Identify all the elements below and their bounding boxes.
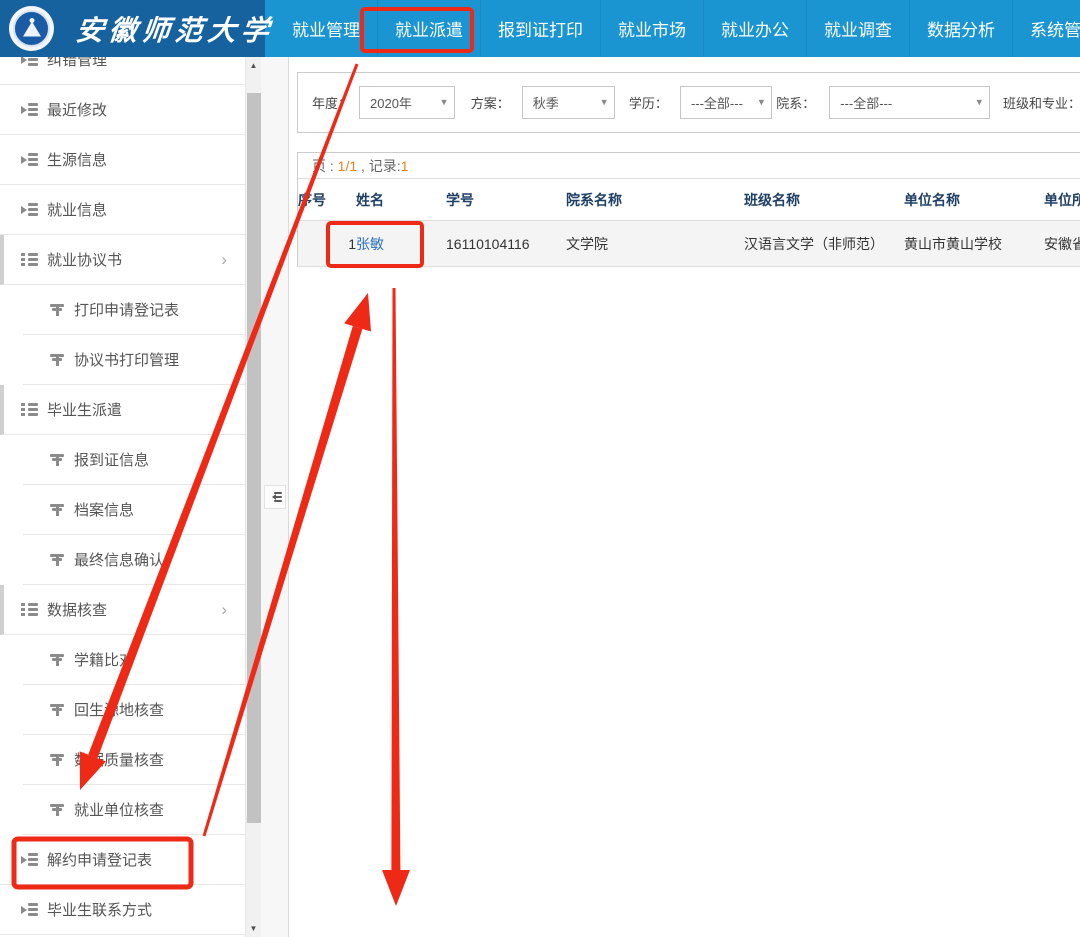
scroll-down-icon[interactable]: ▼ [246,920,261,937]
sidebar-item-recent-changes[interactable]: 最近修改 [0,85,245,135]
degree-select[interactable]: ---全部--- [680,86,772,119]
signpost-icon [50,353,65,366]
nav-employment-survey[interactable]: 就业调查 [806,0,909,57]
nav-data-analysis[interactable]: 数据分析 [909,0,1012,57]
year-label: 年度： [312,93,351,112]
collapse-sidebar-icon [269,492,282,503]
indent-list-icon [21,103,38,116]
sidebar-scrollbar: ▲ ▼ [245,57,261,937]
cell-department: 文学院 [566,221,744,267]
list-icon [21,603,38,616]
signpost-icon [50,803,65,816]
indent-list-icon [21,203,38,216]
sidebar: 纠错管理 最近修改 生源信息 就业信息 就业协议书 › 打印申请登记表 协议书打… [0,57,245,937]
university-name: 安徽师范大学 [74,9,276,49]
cell-employer: 黄山市黄山学校 [904,221,1044,267]
sidebar-item-final-info-confirm[interactable]: 最终信息确认 [23,535,245,585]
col-employer: 单位名称 [904,179,1044,221]
col-name: 姓名 [356,179,446,221]
col-class: 班级名称 [744,179,904,221]
top-bar: 安徽师范大学 就业管理 就业派遣 报到证打印 就业市场 就业办公 就业调查 数据… [0,0,1080,57]
students-table: 序号 姓名 学号 院系名称 班级名称 单位名称 单位所 1 张敏 1611010… [298,179,1080,267]
pagination-info: 页 : 1/1 , 记录:1 [298,153,1080,179]
signpost-icon [50,753,65,766]
cell-name: 张敏 [356,221,446,267]
department-label: 院系： [776,93,815,112]
sidebar-item-data-quality-check[interactable]: 数据质量核查 [23,735,245,785]
nav-job-market[interactable]: 就业市场 [600,0,703,57]
sidebar-item-student-status-compare[interactable]: 学籍比对 [23,635,245,685]
indent-list-icon [21,903,38,916]
nav-registration-card-print[interactable]: 报到证打印 [480,0,600,57]
indent-list-icon [21,57,38,66]
student-name-link[interactable]: 张敏 [356,236,384,252]
nav-employment-management[interactable]: 就业管理 [275,0,377,57]
sidebar-item-graduate-dispatch[interactable]: 毕业生派遣 › [0,385,245,435]
nav-system-management[interactable]: 系统管理 [1012,0,1080,57]
cell-class: 汉语言文学（非师范） [744,221,904,267]
chevron-right-icon: › [221,251,227,268]
year-select[interactable]: 2020年 [359,86,455,119]
collapse-sidebar-button[interactable] [264,485,286,509]
sidebar-item-agreement-print-management[interactable]: 协议书打印管理 [23,335,245,385]
sidebar-item-employer-check[interactable]: 就业单位核查 [23,785,245,835]
sidebar-item-origin-info[interactable]: 生源信息 [0,135,245,185]
plan-label: 方案： [471,93,510,112]
department-select[interactable]: ---全部--- [829,86,990,119]
list-icon [21,253,38,266]
class-major-label: 班级和专业： [1003,93,1080,112]
col-location: 单位所 [1044,179,1080,221]
logo-strip: 安徽师范大学 [0,0,265,57]
signpost-icon [50,503,65,516]
results-panel: 页 : 1/1 , 记录:1 序号 姓名 学号 院系名称 班级名称 单位名称 单… [297,152,1080,267]
col-seq: 序号 [298,179,356,221]
filter-panel: 年度： 2020年 方案： 秋季 学历： ---全部--- 院系： ---全部-… [297,72,1080,133]
chevron-right-icon: › [221,401,227,418]
signpost-icon [50,303,65,316]
chevron-down-icon [759,97,765,108]
university-seal-icon [13,10,50,47]
main-nav: 就业管理 就业派遣 报到证打印 就业市场 就业办公 就业调查 数据分析 系统管理 [265,0,1080,57]
nav-employment-office[interactable]: 就业办公 [703,0,806,57]
main-content: 年度： 2020年 方案： 秋季 学历： ---全部--- 院系： ---全部-… [288,57,1080,937]
sidebar-item-employment-agreement[interactable]: 就业协议书 › [0,235,245,285]
sidebar-item-origin-return-check[interactable]: 回生源地核查 [23,685,245,735]
sidebar-item-registration-card-info[interactable]: 报到证信息 [23,435,245,485]
cell-location: 安徽省 [1044,221,1080,267]
university-logo [9,6,54,51]
chevron-down-icon [601,97,607,108]
sidebar-item-archive-info[interactable]: 档案信息 [23,485,245,535]
page-number: 1/1 [338,158,357,174]
chevron-right-icon: › [221,601,227,618]
sidebar-item-data-check[interactable]: 数据核查 › [0,585,245,635]
sidebar-item-graduate-contact[interactable]: 毕业生联系方式 [0,885,245,935]
signpost-icon [50,653,65,666]
scrollbar-thumb[interactable] [247,93,261,823]
degree-label: 学历： [629,93,668,112]
plan-select[interactable]: 秋季 [522,86,615,119]
cell-student-id: 16110104116 [446,221,566,267]
sidebar-item-print-application-form[interactable]: 打印申请登记表 [23,285,245,335]
col-department: 院系名称 [566,179,744,221]
chevron-down-icon [441,97,447,108]
table-row: 1 张敏 16110104116 文学院 汉语言文学（非师范） 黄山市黄山学校 … [298,221,1080,267]
sidebar-item-employment-info[interactable]: 就业信息 [0,185,245,235]
signpost-icon [50,703,65,716]
col-student-id: 学号 [446,179,566,221]
nav-employment-dispatch[interactable]: 就业派遣 [377,0,480,57]
table-header-row: 序号 姓名 学号 院系名称 班级名称 单位名称 单位所 [298,179,1080,221]
signpost-icon [50,553,65,566]
scroll-up-icon[interactable]: ▲ [246,57,261,74]
cell-seq: 1 [298,221,356,267]
record-count: 1 [401,158,409,174]
sidebar-item-termination-application-form[interactable]: 解约申请登记表 [0,835,245,885]
app-window: 安徽师范大学 就业管理 就业派遣 报到证打印 就业市场 就业办公 就业调查 数据… [0,0,1080,937]
sidebar-gutter [261,57,288,937]
indent-list-icon [21,153,38,166]
chevron-down-icon [976,97,982,108]
indent-list-icon [21,853,38,866]
signpost-icon [50,453,65,466]
list-icon [21,403,38,416]
sidebar-item-error-correction[interactable]: 纠错管理 [0,57,245,85]
